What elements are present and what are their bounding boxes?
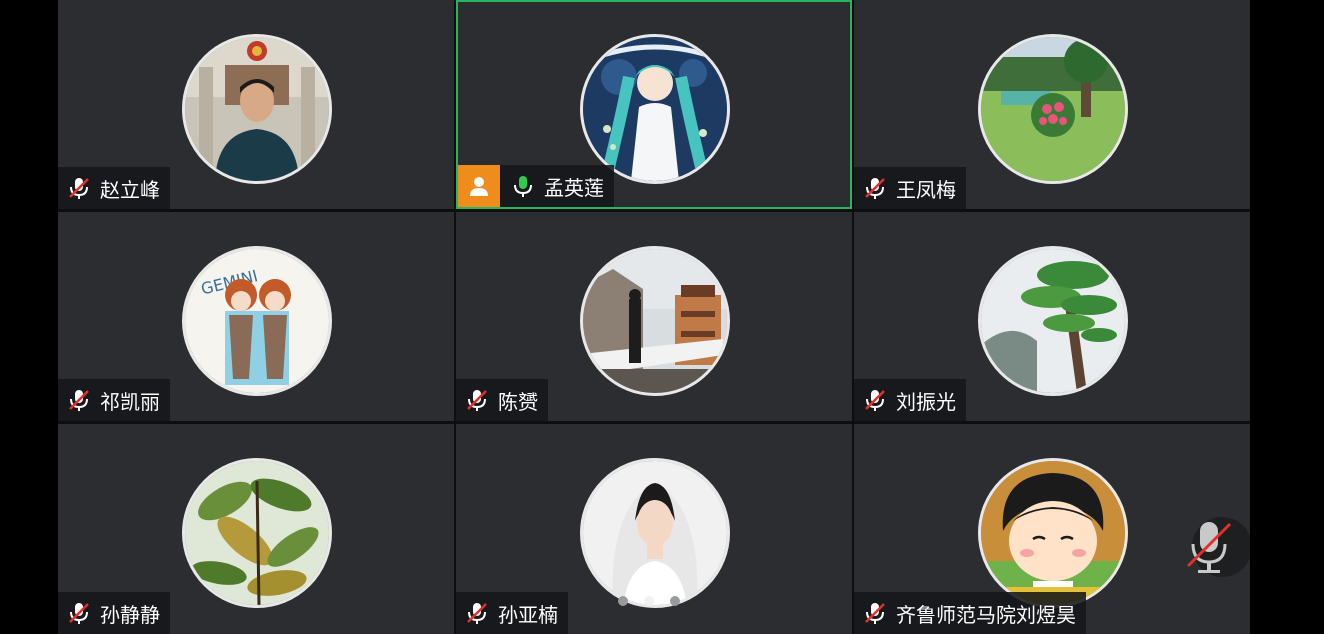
participant-tile-meng-yinglian[interactable]: 孟英莲 bbox=[456, 0, 852, 209]
name-tag: 孙静静 bbox=[58, 592, 170, 634]
mic-muted-icon bbox=[464, 387, 490, 413]
participant-name: 孙亚楠 bbox=[498, 602, 558, 627]
participant-name: 王凤梅 bbox=[896, 177, 956, 202]
anime-girl-avatar bbox=[580, 34, 730, 184]
name-tag: 孙亚楠 bbox=[456, 592, 568, 634]
green-leaves-avatar bbox=[182, 458, 332, 608]
mic-muted-icon bbox=[66, 175, 92, 201]
participant-grid: 赵立峰 孟英莲 王凤梅 GEMINI 祁凯丽 陈赟 刘振光 孙静静 孙亚楠 齐鲁… bbox=[58, 0, 1250, 634]
man-portrait-avatar bbox=[182, 34, 332, 184]
participant-tile-sun-jingjing[interactable]: 孙静静 bbox=[58, 424, 454, 634]
mic-muted-icon bbox=[66, 600, 92, 626]
page-indicator bbox=[618, 596, 680, 606]
name-tag: 孟英莲 bbox=[458, 165, 614, 207]
building-street-avatar bbox=[580, 246, 730, 396]
page-dot-3[interactable] bbox=[670, 596, 680, 606]
participant-name: 孟英莲 bbox=[544, 175, 604, 200]
pine-tree-avatar bbox=[978, 246, 1128, 396]
participant-tile-qi-kaili[interactable]: GEMINI 祁凯丽 bbox=[58, 212, 454, 421]
mute-toggle-button[interactable] bbox=[1178, 516, 1250, 578]
mic-muted-icon bbox=[1186, 517, 1250, 577]
mic-muted-icon bbox=[862, 175, 888, 201]
participant-name: 赵立峰 bbox=[100, 177, 160, 202]
participant-name: 齐鲁师范马院刘煜昊 bbox=[896, 602, 1076, 627]
name-tag: 陈赟 bbox=[456, 379, 548, 421]
participant-tile-liu-zhenguang[interactable]: 刘振光 bbox=[854, 212, 1250, 421]
name-tag: 刘振光 bbox=[854, 379, 966, 421]
mic-muted-icon bbox=[66, 387, 92, 413]
mic-muted-icon bbox=[862, 387, 888, 413]
name-tag: 王凤梅 bbox=[854, 167, 966, 209]
participant-tile-chen-yun[interactable]: 陈赟 bbox=[456, 212, 852, 421]
participant-tile-zhao-lifeng[interactable]: 赵立峰 bbox=[58, 0, 454, 209]
participant-name: 刘振光 bbox=[896, 389, 956, 414]
mic-muted-icon bbox=[862, 600, 888, 626]
page-dot-2[interactable] bbox=[644, 596, 654, 606]
bride-portrait-avatar bbox=[580, 458, 730, 608]
participant-name: 祁凯丽 bbox=[100, 389, 160, 414]
name-tag: 祁凯丽 bbox=[58, 379, 170, 421]
cartoon-boy-avatar bbox=[978, 458, 1128, 608]
garden-flowers-avatar bbox=[978, 34, 1128, 184]
mic-muted-icon bbox=[464, 600, 490, 626]
participant-tile-wang-fengmei[interactable]: 王凤梅 bbox=[854, 0, 1250, 209]
name-tag: 齐鲁师范马院刘煜昊 bbox=[854, 592, 1086, 634]
participant-name: 陈赟 bbox=[498, 389, 538, 414]
video-meeting-screen: 赵立峰 孟英莲 王凤梅 GEMINI 祁凯丽 陈赟 刘振光 孙静静 孙亚楠 齐鲁… bbox=[0, 0, 1324, 634]
host-badge-icon bbox=[458, 165, 500, 207]
gemini-cartoon-avatar: GEMINI bbox=[182, 246, 332, 396]
mic-on-icon bbox=[510, 173, 536, 199]
page-dot-1[interactable] bbox=[618, 596, 628, 606]
participant-name: 孙静静 bbox=[100, 602, 160, 627]
name-tag: 赵立峰 bbox=[58, 167, 170, 209]
